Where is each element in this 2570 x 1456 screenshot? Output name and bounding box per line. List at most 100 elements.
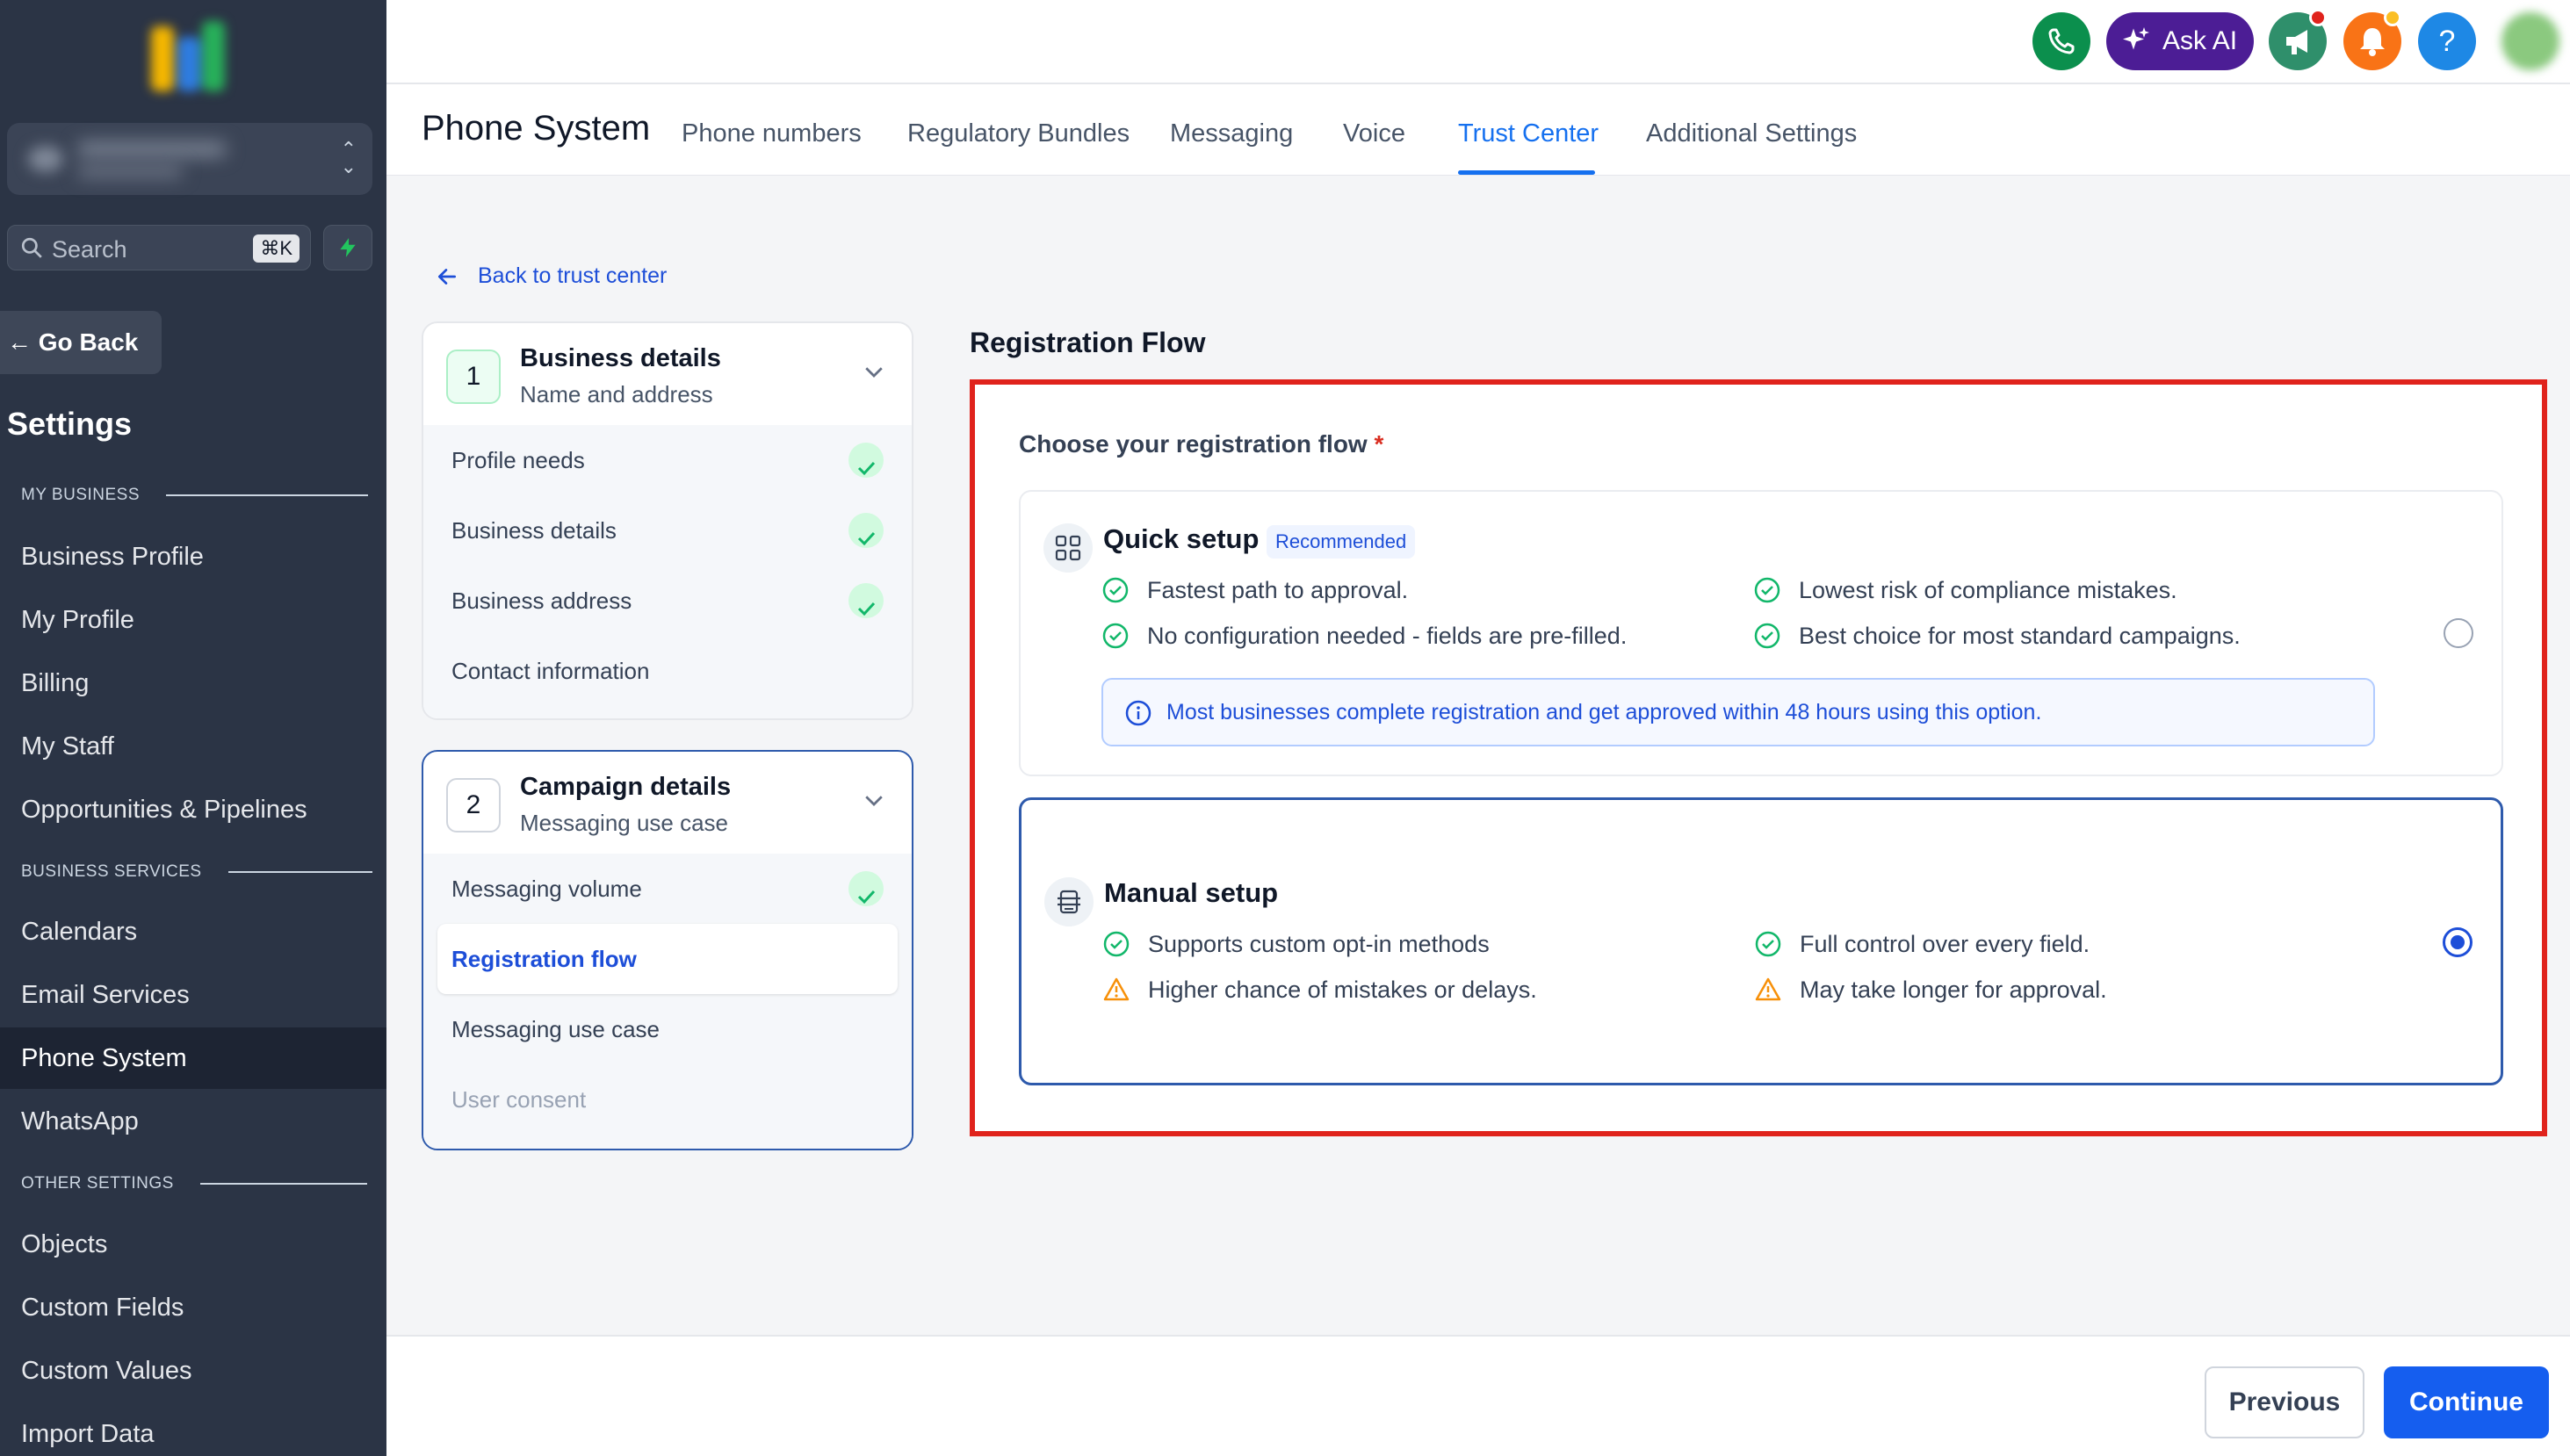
step-item-user-consent: User consent (451, 1086, 587, 1113)
step-subtitle: Name and address (520, 381, 713, 407)
arrow-left-icon (437, 268, 457, 285)
radio-quick-setup[interactable] (2444, 618, 2473, 648)
notifications-button[interactable] (2343, 9, 2401, 70)
footer-actions: Previous Continue (386, 1335, 2570, 1456)
back-to-trust-center-link[interactable]: Back to trust center (436, 263, 667, 289)
sidebar-item-billing[interactable]: Billing (0, 652, 386, 714)
check-circle-icon (1102, 577, 1129, 603)
registration-flow-title: Registration Flow (970, 327, 1206, 358)
step-header[interactable]: 2 Campaign details Messaging use case (423, 752, 912, 854)
registration-flow-highlight: Choose your registration flow * Quick se… (970, 379, 2547, 1136)
option-quick-setup[interactable]: Quick setup Recommended Fastest path to … (1019, 490, 2503, 776)
feature-item: Fastest path to approval. (1101, 576, 1408, 604)
chevron-down-icon (865, 796, 883, 806)
option-manual-setup[interactable]: Manual setup Supports custom opt-in meth… (1019, 797, 2503, 1085)
phone-button[interactable] (2032, 12, 2090, 70)
tab-additional-settings[interactable]: Additional Settings (1646, 119, 1857, 148)
step-item-registration-flow[interactable]: Registration flow (437, 924, 898, 994)
info-icon (1125, 700, 1151, 726)
feature-item: Lowest risk of compliance mistakes. (1753, 576, 2177, 604)
form-icon (1044, 877, 1094, 926)
sidebar-item-my-staff[interactable]: My Staff (0, 716, 386, 777)
tab-trust-center[interactable]: Trust Center (1458, 119, 1599, 148)
step-item-business-address[interactable]: Business address (423, 566, 912, 636)
feature-item: Best choice for most standard campaigns. (1753, 622, 2241, 650)
step-items: Profile needs Business details Business … (423, 425, 912, 718)
info-text: Most businesses complete registration an… (1166, 700, 2042, 724)
tab-regulatory-bundles[interactable]: Regulatory Bundles (907, 119, 1130, 148)
step-item-messaging-use-case[interactable]: Messaging use case (423, 994, 912, 1064)
notification-dot (2309, 9, 2327, 26)
sidebar-item-my-profile[interactable]: My Profile (0, 589, 386, 651)
top-bar: Ask AI ? (386, 0, 2570, 84)
sidebar: ⌃ ⌄ Search ⌘K ← Go Back Settings MY BUSIN… (0, 0, 386, 1456)
check-icon (848, 443, 884, 478)
required-indicator: * (1374, 430, 1384, 458)
announcements-button[interactable] (2269, 9, 2327, 70)
active-tab-indicator (1458, 170, 1595, 175)
go-back-button[interactable]: ← Go Back (0, 311, 162, 374)
step-title: Campaign details (520, 773, 732, 801)
tab-phone-numbers[interactable]: Phone numbers (682, 119, 862, 148)
search-input[interactable]: Search ⌘K (7, 225, 311, 270)
sidebar-item-email-services[interactable]: Email Services (0, 964, 386, 1026)
search-shortcut-badge: ⌘K (253, 234, 300, 263)
warning-icon (1103, 977, 1130, 1001)
step-header[interactable]: 1 Business details Name and address (423, 323, 912, 425)
step-item-business-details[interactable]: Business details (423, 495, 912, 566)
step-item-contact-information[interactable]: Contact information (423, 636, 912, 706)
check-circle-icon (1754, 577, 1780, 603)
registration-flow-label: Choose your registration flow * (1019, 430, 1384, 458)
check-icon (848, 871, 884, 906)
account-switcher[interactable]: ⌃ ⌄ (7, 123, 372, 195)
continue-button[interactable]: Continue (2384, 1366, 2549, 1438)
quick-action-button[interactable] (323, 225, 372, 270)
settings-title: Settings (7, 406, 133, 442)
search-placeholder: Search (52, 236, 127, 263)
tab-messaging[interactable]: Messaging (1170, 119, 1293, 148)
avatar[interactable] (2501, 12, 2559, 70)
phone-icon (2048, 28, 2075, 54)
step-number: 1 (446, 350, 501, 404)
sparkle-icon (2123, 27, 2149, 50)
grid-icon (1043, 523, 1093, 573)
check-circle-icon (1103, 931, 1130, 957)
sidebar-item-calendars[interactable]: Calendars (0, 901, 386, 962)
sidebar-item-import-data[interactable]: Import Data (0, 1403, 386, 1456)
sidebar-item-whatsapp[interactable]: WhatsApp (0, 1091, 386, 1152)
back-link-label: Back to trust center (478, 263, 668, 288)
sidebar-item-phone-system[interactable]: Phone System (0, 1027, 386, 1089)
feature-item: No configuration needed - fields are pre… (1101, 622, 1627, 650)
warning-icon (1755, 977, 1781, 1001)
ask-ai-button[interactable]: Ask AI (2106, 12, 2254, 70)
step-subtitle: Messaging use case (520, 810, 729, 836)
ask-ai-label: Ask AI (2162, 26, 2238, 55)
sidebar-item-business-profile[interactable]: Business Profile (0, 526, 386, 587)
check-icon (848, 583, 884, 618)
sidebar-item-custom-fields[interactable]: Custom Fields (0, 1277, 386, 1338)
page-title: Phone System (422, 109, 651, 148)
check-circle-icon (1102, 623, 1129, 649)
option-title: Manual setup (1104, 877, 1279, 908)
option-title: Quick setup (1103, 523, 1260, 554)
section-business-services: BUSINESS SERVICES (21, 862, 372, 882)
section-other-settings: OTHER SETTINGS (21, 1174, 367, 1193)
section-my-business: MY BUSINESS (21, 486, 369, 505)
chevron-updown-icon: ⌃ ⌄ (340, 138, 357, 177)
tab-voice[interactable]: Voice (1343, 119, 1405, 148)
help-button[interactable]: ? (2418, 12, 2476, 70)
radio-manual-setup[interactable] (2443, 927, 2473, 957)
sidebar-item-custom-values[interactable]: Custom Values (0, 1340, 386, 1402)
step-card-business-details: 1 Business details Name and address Prof… (422, 321, 913, 720)
step-item-messaging-volume[interactable]: Messaging volume (423, 854, 912, 924)
chevron-down-icon (865, 367, 883, 378)
previous-button[interactable]: Previous (2205, 1366, 2364, 1438)
step-item-profile-needs[interactable]: Profile needs (423, 425, 912, 495)
step-items: Messaging volume Registration flow Messa… (423, 854, 912, 1149)
check-icon (848, 513, 884, 548)
sidebar-item-opportunities[interactable]: Opportunities & Pipelines (0, 779, 386, 840)
check-circle-icon (1755, 931, 1781, 957)
step-number: 2 (446, 778, 501, 833)
sidebar-item-objects[interactable]: Objects (0, 1214, 386, 1275)
lightning-icon (340, 238, 356, 257)
